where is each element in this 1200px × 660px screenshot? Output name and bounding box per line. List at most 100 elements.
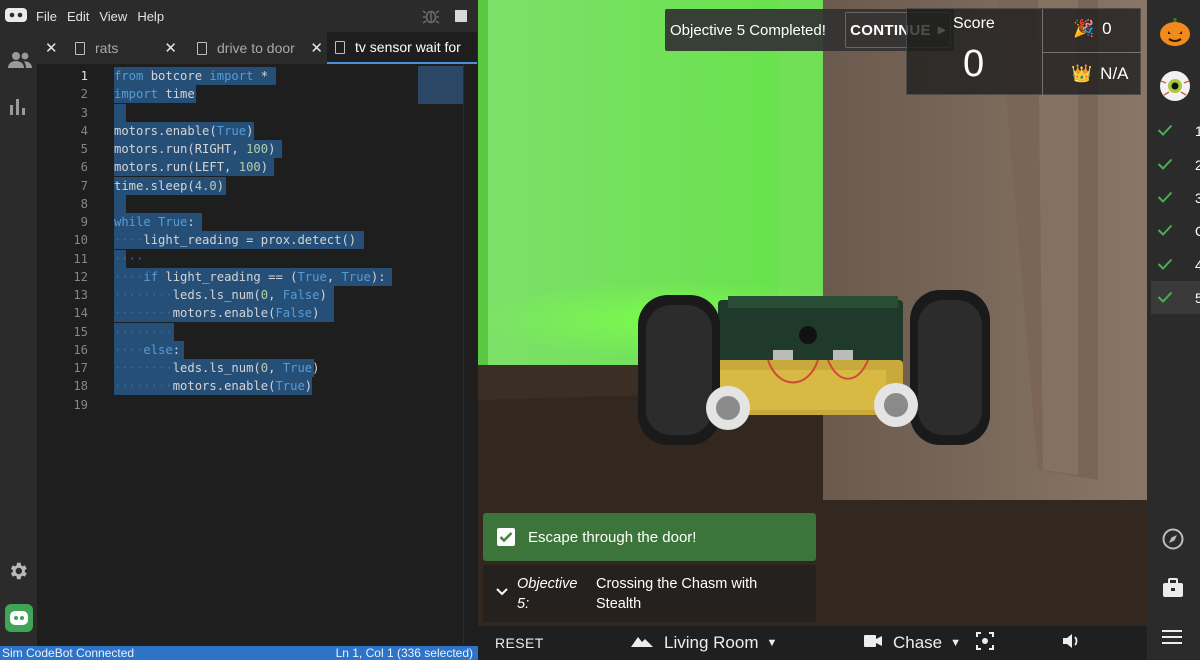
tab-rats[interactable]: rats ✕	[67, 32, 189, 64]
code-line[interactable]: 19	[47, 396, 463, 414]
code-line[interactable]: 8	[47, 194, 463, 213]
reset-button[interactable]: RESET	[495, 626, 544, 660]
menu-view[interactable]: View	[99, 9, 137, 24]
objective-item-4[interactable]: 4	[1151, 248, 1200, 281]
code-token: motors.enable(	[172, 306, 276, 321]
bar-chart-icon[interactable]	[7, 96, 31, 120]
code-token: ········	[114, 288, 173, 302]
code-line[interactable]: 9 while True:	[47, 213, 463, 231]
objective-item-1[interactable]: 1	[1151, 114, 1200, 147]
hamburger-menu-icon[interactable]	[1162, 629, 1182, 650]
stop-icon[interactable]	[454, 9, 468, 28]
code-line[interactable]: 11 ····	[47, 249, 463, 268]
code-line[interactable]: 6 motors.run(LEFT, 100)	[47, 158, 463, 177]
code-line[interactable]: 1 from botcore import *	[47, 67, 463, 85]
users-icon[interactable]	[7, 49, 32, 73]
gear-icon[interactable]	[7, 560, 31, 584]
line-number: 18	[73, 379, 88, 394]
code-token: :	[172, 342, 181, 357]
location-select[interactable]: Living Room ▼	[630, 626, 777, 660]
focus-icon	[976, 631, 994, 655]
objective-item-2[interactable]: 2	[1151, 148, 1200, 181]
code-token: ········	[114, 379, 173, 394]
focus-button[interactable]	[976, 626, 994, 660]
caret-down-icon: ▼	[950, 637, 962, 649]
eyeball-icon[interactable]	[1158, 69, 1192, 108]
code-line[interactable]: 10 ····light_reading = prox.detect()	[47, 231, 463, 250]
code-token: ········	[114, 361, 173, 375]
code-token: light_reading = prox.detect()	[143, 233, 357, 248]
line-number: 14	[73, 306, 88, 321]
cursor-position[interactable]: Ln 1, Col 1 (336 selected)	[336, 646, 473, 660]
code-token: import	[209, 69, 254, 83]
location-label: Living Room	[664, 633, 759, 652]
code-token: ········	[114, 324, 173, 339]
code-token: )	[246, 123, 254, 138]
code-line[interactable]: 3	[47, 103, 463, 122]
code-line[interactable]: 5 motors.run(RIGHT, 100)	[47, 140, 463, 158]
menu-help[interactable]: Help	[137, 9, 174, 24]
code-line[interactable]: 14 ········motors.enable(False)	[47, 304, 463, 323]
code-line[interactable]: 18 ········motors.enable(True)	[47, 377, 463, 396]
divider	[1042, 52, 1142, 53]
code-token: if	[143, 269, 159, 284]
code-line[interactable]: 13 ········leds.ls_num(0, False)	[47, 286, 463, 304]
code-token: False	[275, 306, 313, 321]
caret-down-icon: ▼	[766, 637, 778, 649]
code-line[interactable]: 4 motors.enable(True)	[47, 121, 463, 140]
code-line[interactable]: 12 ····if light_reading == (True, True):	[47, 267, 463, 286]
close-icon[interactable]: ✕	[164, 39, 177, 57]
code-text: ····	[114, 250, 143, 268]
code-line[interactable]: 15 ········	[47, 322, 463, 341]
code-token: True	[158, 215, 188, 229]
briefcase-icon[interactable]	[1162, 578, 1184, 603]
close-icon[interactable]: ✕	[310, 39, 323, 57]
code-line[interactable]: 2 import time	[47, 85, 463, 104]
objective-number: 1	[1195, 122, 1200, 139]
code-token: 0	[260, 361, 269, 375]
app-window: File Edit View Help ✕ rats ✕ drive to do…	[0, 0, 1200, 660]
volume-button[interactable]	[1062, 626, 1080, 660]
menu-edit[interactable]: Edit	[67, 9, 99, 24]
code-line[interactable]: 17 ········leds.ls_num(0, True)	[47, 359, 463, 377]
objective-item-3[interactable]: 3	[1151, 181, 1200, 214]
chevron-down-icon[interactable]	[495, 585, 509, 601]
tab-hidden[interactable]: ✕	[37, 32, 67, 64]
objective-item-5[interactable]: 5	[1151, 281, 1200, 314]
selection-highlight	[114, 194, 126, 213]
code-text: from botcore import *	[114, 67, 268, 85]
tab-drive-to-door[interactable]: drive to door ✕	[189, 32, 327, 64]
camera-select[interactable]: Chase ▼	[863, 626, 961, 660]
bug-icon[interactable]	[422, 7, 440, 30]
tab-tv-sensor-wait-for[interactable]: tv sensor wait for	[327, 32, 477, 64]
compass-icon[interactable]	[1162, 528, 1184, 555]
avatar[interactable]	[5, 604, 33, 632]
tab-label: rats	[95, 40, 119, 56]
pumpkin-icon[interactable]	[1158, 15, 1192, 54]
code-token: )	[304, 379, 313, 394]
check-icon	[1157, 290, 1173, 306]
code-editor[interactable]: 1 from botcore import * 2 import time 3 4 moto…	[47, 64, 463, 644]
objective-card[interactable]: Objective 5: Crossing the Chasm with Ste…	[483, 565, 816, 622]
connection-status[interactable]: Sim CodeBot Connected	[2, 646, 134, 660]
objective-item-quiz[interactable]: Q	[1151, 214, 1200, 247]
code-token: True	[275, 379, 305, 394]
close-icon[interactable]: ✕	[45, 39, 58, 57]
check-icon	[1157, 157, 1173, 173]
status-bar: Sim CodeBot Connected Ln 1, Col 1 (336 s…	[0, 646, 478, 660]
minimap[interactable]	[418, 66, 463, 104]
line-number: 17	[73, 361, 88, 375]
code-token: else	[143, 342, 173, 357]
code-token: 100	[246, 142, 269, 156]
tab-label: tv sensor wait for	[355, 39, 461, 55]
codebot-logo-icon[interactable]	[4, 6, 28, 24]
objective-number: 5	[1195, 289, 1200, 306]
code-line[interactable]: 16 ····else:	[47, 340, 463, 359]
editor-scrollbar[interactable]	[463, 64, 478, 644]
menu-file[interactable]: File	[36, 9, 67, 24]
goal-card[interactable]: Escape through the door!	[483, 513, 816, 561]
code-line[interactable]: 7 time.sleep(4.0)	[47, 176, 463, 195]
code-token: )	[312, 306, 320, 321]
line-number: 11	[73, 251, 88, 266]
